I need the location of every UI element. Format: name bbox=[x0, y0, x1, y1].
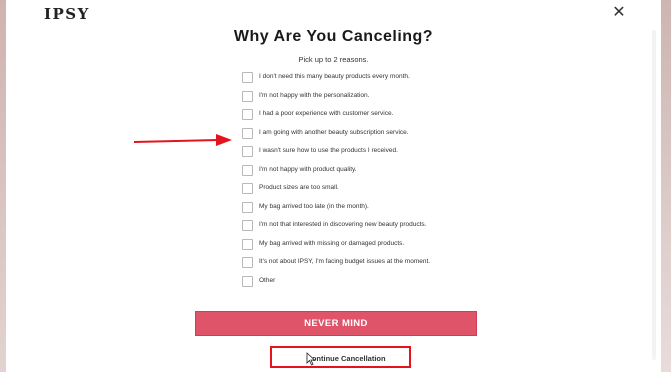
reason-label: Product sizes are too small. bbox=[259, 184, 339, 191]
reason-checkbox[interactable] bbox=[242, 127, 253, 139]
reason-checkbox[interactable] bbox=[242, 164, 253, 176]
reason-checkbox[interactable] bbox=[242, 90, 253, 102]
page-title: Why Are You Canceling? bbox=[233, 28, 434, 45]
close-icon[interactable]: ✕ bbox=[610, 4, 628, 22]
modal-header: IPSY ✕ bbox=[6, 0, 661, 30]
reason-label: I wasn't sure how to use the products I … bbox=[259, 147, 398, 154]
reason-checkbox[interactable] bbox=[242, 257, 253, 268]
reason-label: It's not about IPSY, I'm facing budget i… bbox=[259, 258, 431, 265]
reason-label: I'm not happy with the personalization. bbox=[259, 91, 370, 99]
reason-label: Other bbox=[259, 276, 276, 284]
reason-label: I'm not that interested in discovering n… bbox=[259, 221, 427, 228]
reason-checkbox[interactable] bbox=[242, 220, 253, 231]
reason-label: I'm not happy with product quality. bbox=[259, 165, 357, 173]
background-right bbox=[661, 0, 671, 372]
reason-checkbox[interactable] bbox=[242, 183, 253, 194]
red-arrow-icon bbox=[133, 134, 232, 146]
reason-checkbox[interactable] bbox=[242, 238, 253, 250]
mouse-pointer-icon bbox=[306, 352, 316, 366]
reason-label: My bag arrived too late (in the month). bbox=[259, 202, 369, 210]
cancel-modal: IPSY ✕ Why Are You Canceling? Pick up to… bbox=[6, 0, 661, 372]
reason-checkbox[interactable] bbox=[242, 146, 253, 157]
never-mind-button[interactable]: NEVER MIND bbox=[195, 311, 477, 336]
reason-checkbox[interactable] bbox=[242, 109, 253, 120]
annotation-highlight-box bbox=[270, 346, 411, 368]
reason-label: I don't need this many beauty products e… bbox=[259, 73, 410, 80]
page-subtitle: Pick up to 2 reasons. bbox=[298, 55, 369, 64]
reason-checkbox[interactable] bbox=[242, 72, 253, 83]
reason-checkbox[interactable] bbox=[242, 275, 253, 287]
ipsy-logo: IPSY bbox=[44, 5, 90, 23]
reason-checkbox[interactable] bbox=[242, 201, 253, 213]
reason-label: I had a poor experience with customer se… bbox=[259, 110, 394, 117]
reason-label: My bag arrived with missing or damaged p… bbox=[259, 239, 405, 247]
scrollbar[interactable] bbox=[651, 30, 657, 360]
reason-label: I am going with another beauty subscript… bbox=[259, 128, 409, 136]
